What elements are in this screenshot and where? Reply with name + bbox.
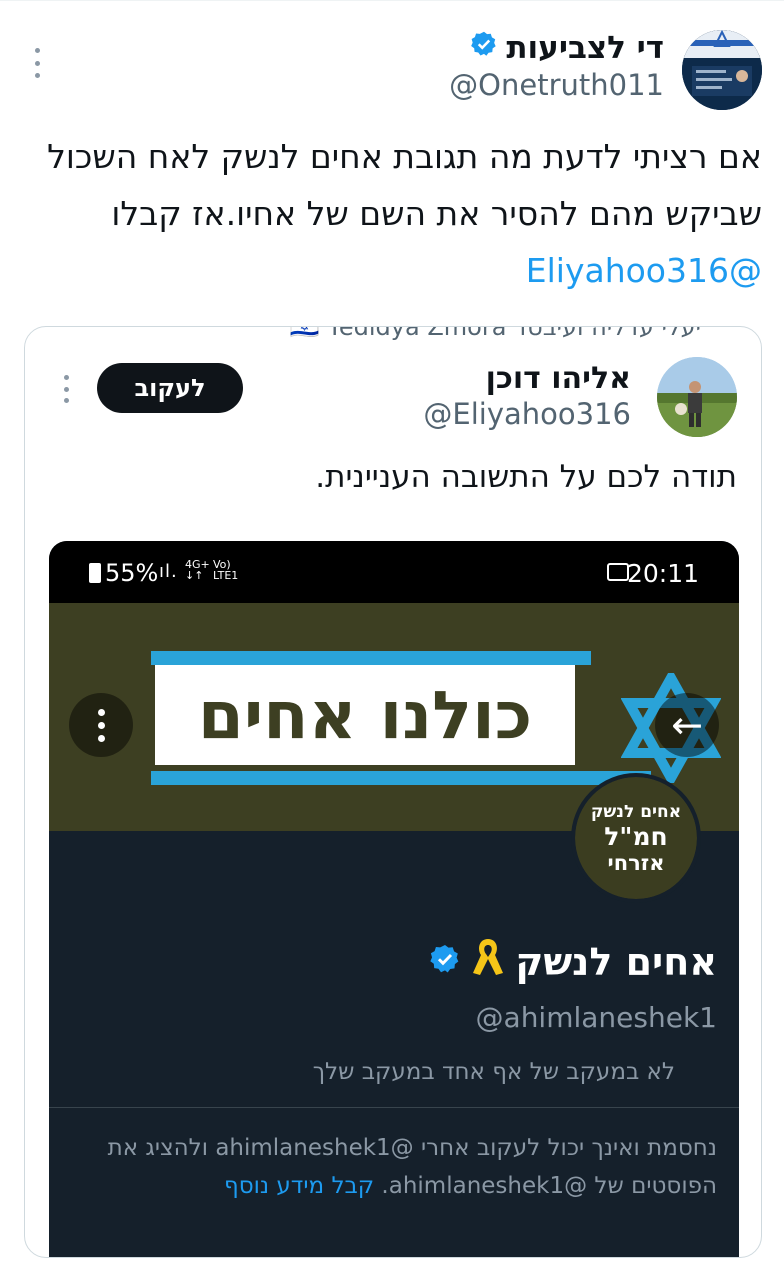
follow-button[interactable]: לעקוב	[97, 363, 243, 413]
author-name-text: די לצביעות	[506, 30, 664, 66]
battery-indicator: 55%	[89, 559, 158, 587]
quote-more-icon[interactable]	[61, 375, 71, 403]
gallery-icon	[607, 563, 629, 581]
author-handle[interactable]: @Onetruth011	[449, 68, 664, 102]
avatar-text-line1: אחים לנשק	[590, 801, 682, 822]
top-divider	[0, 0, 784, 1]
banner-stripe-top	[151, 651, 591, 665]
quote-author-avatar[interactable]	[657, 357, 737, 437]
verified-badge-icon	[470, 30, 498, 66]
network-1-bottom: ↓↑	[185, 569, 204, 582]
profile-name: אחים לנשק	[429, 937, 717, 986]
tweet-page: די לצביעות @Onetruth011 אם רציתי לדעת מה…	[0, 0, 784, 1280]
banner-stripe-bottom	[151, 771, 651, 785]
embedded-screenshot[interactable]: 55% ıl. 4G+ ↓↑ Vo) LTE1 20:11 כולנו אחים	[49, 541, 739, 1257]
profile-verified-badge-icon	[429, 940, 461, 984]
quote-author-handle[interactable]: @Eliyahoo316	[423, 397, 631, 431]
quote-author-name[interactable]: אליהו דוכן	[486, 361, 631, 396]
learn-more-link[interactable]: קבל מידע נוסף	[224, 1173, 374, 1199]
back-arrow-icon[interactable]: ←	[655, 693, 719, 757]
quote-text: תודה לכם על התשובה העניינית.	[315, 459, 737, 495]
yellow-ribbon-icon	[471, 937, 505, 986]
author-name[interactable]: די לצביעות	[470, 30, 664, 66]
tweet-mention-link[interactable]: @Eliyahoo316	[526, 251, 762, 290]
status-time: 20:11	[626, 559, 699, 588]
profile-name-text: אחים לנשק	[515, 939, 717, 984]
signal-icon: ıl.	[159, 561, 178, 582]
clipped-text: יעלי עדליה ועיבטד 🇮🇱 Yedidya Zmora	[289, 326, 701, 341]
battery-icon	[89, 563, 101, 583]
banner-text: כולנו אחים	[155, 665, 575, 765]
quoted-tweet-card[interactable]: יעלי עדליה ועיבטד 🇮🇱 Yedidya Zmora אליהו…	[24, 326, 762, 1258]
network-indicator-1: 4G+ ↓↑	[185, 559, 210, 581]
profile-handle: @ahimlaneshek1	[475, 1001, 717, 1034]
avatar-text-line3: אזרחי	[607, 850, 665, 875]
avatar-text-line2: חמ"ל	[604, 821, 668, 851]
blocked-notice: נחסמת ואינך יכול לעקוב אחרי @ahimlaneshe…	[67, 1129, 717, 1205]
author-avatar[interactable]	[682, 30, 762, 110]
profile-avatar[interactable]: אחים לנשק חמ"ל אזרחי	[571, 773, 701, 903]
network-indicator-2: Vo) LTE1	[213, 559, 238, 581]
tweet-text: אם רציתי לדעת מה תגובת אחים לנשק לאח השכ…	[22, 128, 762, 299]
battery-text: 55%	[105, 559, 159, 587]
network-2-bottom: LTE1	[213, 569, 239, 582]
more-icon[interactable]	[32, 48, 42, 78]
tweet-text-body: אם רציתי לדעת מה תגובת אחים לנשק לאח השכ…	[47, 137, 762, 233]
profile-divider	[49, 1107, 739, 1108]
not-following-text: לא במעקב של אף אחד במעקב שלך	[312, 1059, 675, 1085]
status-bar: 55% ıl. 4G+ ↓↑ Vo) LTE1 20:11	[49, 541, 739, 603]
menu-more-icon[interactable]	[69, 693, 133, 757]
blocked-text: נחסמת ואינך יכול לעקוב אחרי @ahimlaneshe…	[107, 1135, 717, 1199]
